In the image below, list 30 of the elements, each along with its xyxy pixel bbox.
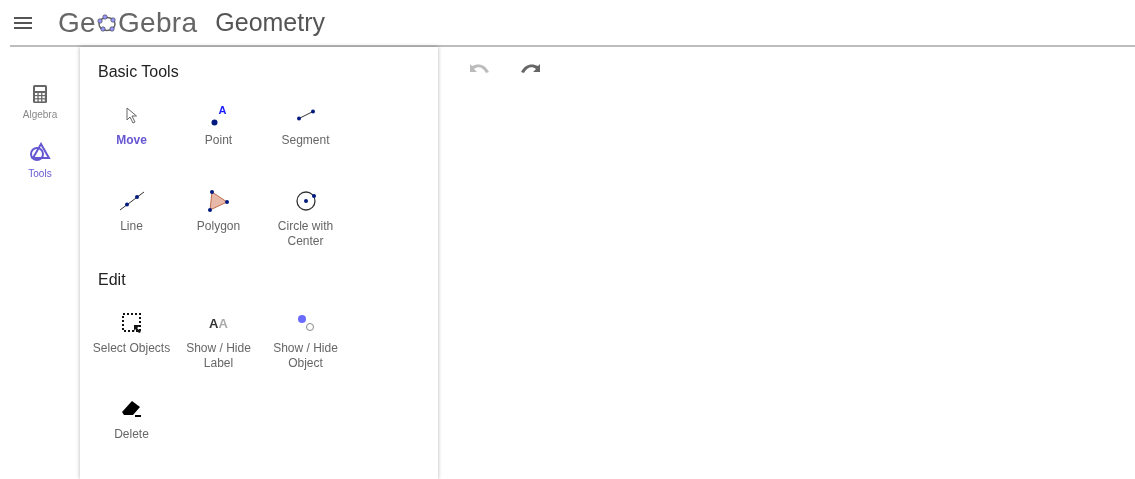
- redo-icon: [520, 61, 542, 74]
- sidebar-tab[interactable]: Tools: [28, 142, 52, 179]
- tool-button[interactable]: Segment: [262, 103, 349, 171]
- letters-icon: AA: [209, 314, 228, 332]
- app-logo: Ge Gebra: [58, 6, 198, 39]
- triangle-icon: [207, 190, 230, 212]
- line-icon: [118, 191, 145, 211]
- circle-icon: [294, 190, 317, 212]
- tool-button[interactable]: Delete: [88, 397, 175, 465]
- tool-button[interactable]: Show / Hide Object: [262, 311, 349, 379]
- tool-button[interactable]: Move: [88, 103, 175, 171]
- eraser-icon: [120, 400, 143, 418]
- undo-icon: [468, 61, 490, 74]
- tool-button[interactable]: A Point: [175, 103, 262, 171]
- section-title: Edit: [97, 271, 127, 289]
- cursor-icon: [125, 106, 138, 124]
- tool-button[interactable]: Polygon: [175, 189, 262, 257]
- tool-button[interactable]: Select Objects: [88, 311, 175, 379]
- app-title: Geometry: [215, 8, 326, 37]
- section-title: Basic Tools: [97, 63, 180, 81]
- dots-icon: [296, 314, 315, 332]
- tool-button[interactable]: AA Show / Hide Label: [175, 311, 262, 379]
- menu-icon[interactable]: [14, 15, 32, 30]
- calculator-icon: [33, 85, 47, 103]
- sidebar-tab[interactable]: Algebra: [22, 85, 58, 120]
- tool-button[interactable]: Circle with Center: [262, 189, 349, 257]
- tool-button[interactable]: Line: [88, 189, 175, 257]
- segment-icon: [295, 109, 316, 121]
- selection-icon: [121, 313, 142, 333]
- shapes-icon: [29, 142, 51, 162]
